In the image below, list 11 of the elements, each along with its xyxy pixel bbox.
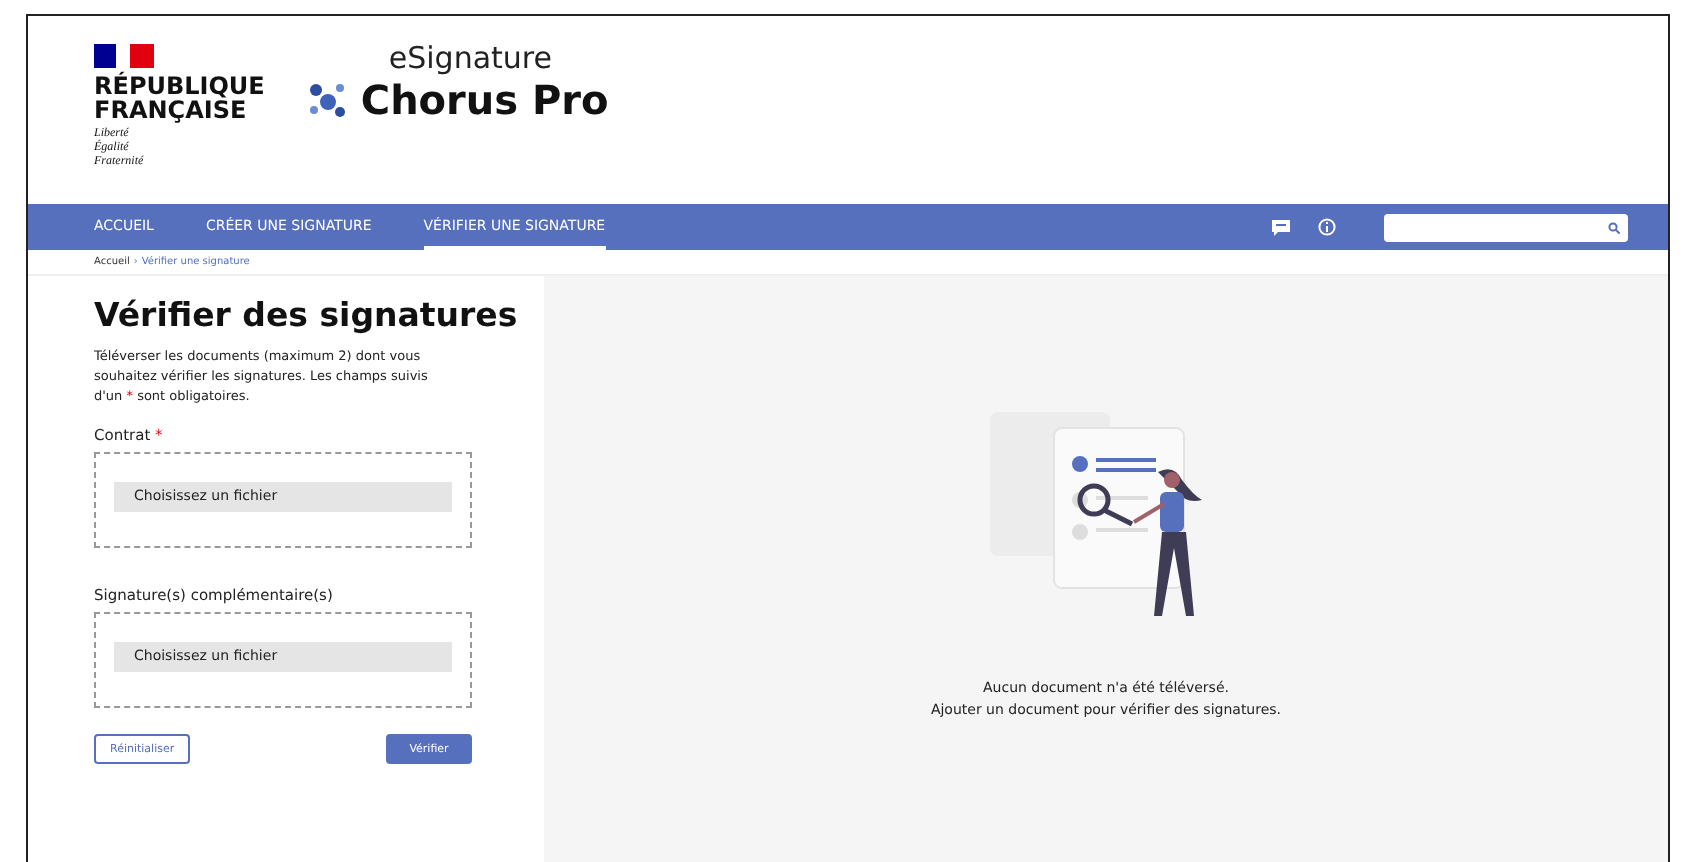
chat-icon[interactable]: [1272, 219, 1290, 235]
molecule-logo-icon: [308, 82, 349, 118]
info-icon[interactable]: [1318, 218, 1336, 236]
page-title: Vérifier des signatures: [94, 296, 520, 334]
service-kicker: eSignature: [388, 40, 554, 76]
service-name: Chorus Pro: [360, 76, 609, 124]
search-icon[interactable]: [1608, 221, 1620, 233]
republic-wordmark: RÉPUBLIQUE: [94, 74, 265, 98]
republic-wordmark: FRANÇAISE: [94, 98, 247, 122]
search-field[interactable]: [1384, 213, 1628, 241]
flag-logo-icon: [94, 44, 154, 68]
